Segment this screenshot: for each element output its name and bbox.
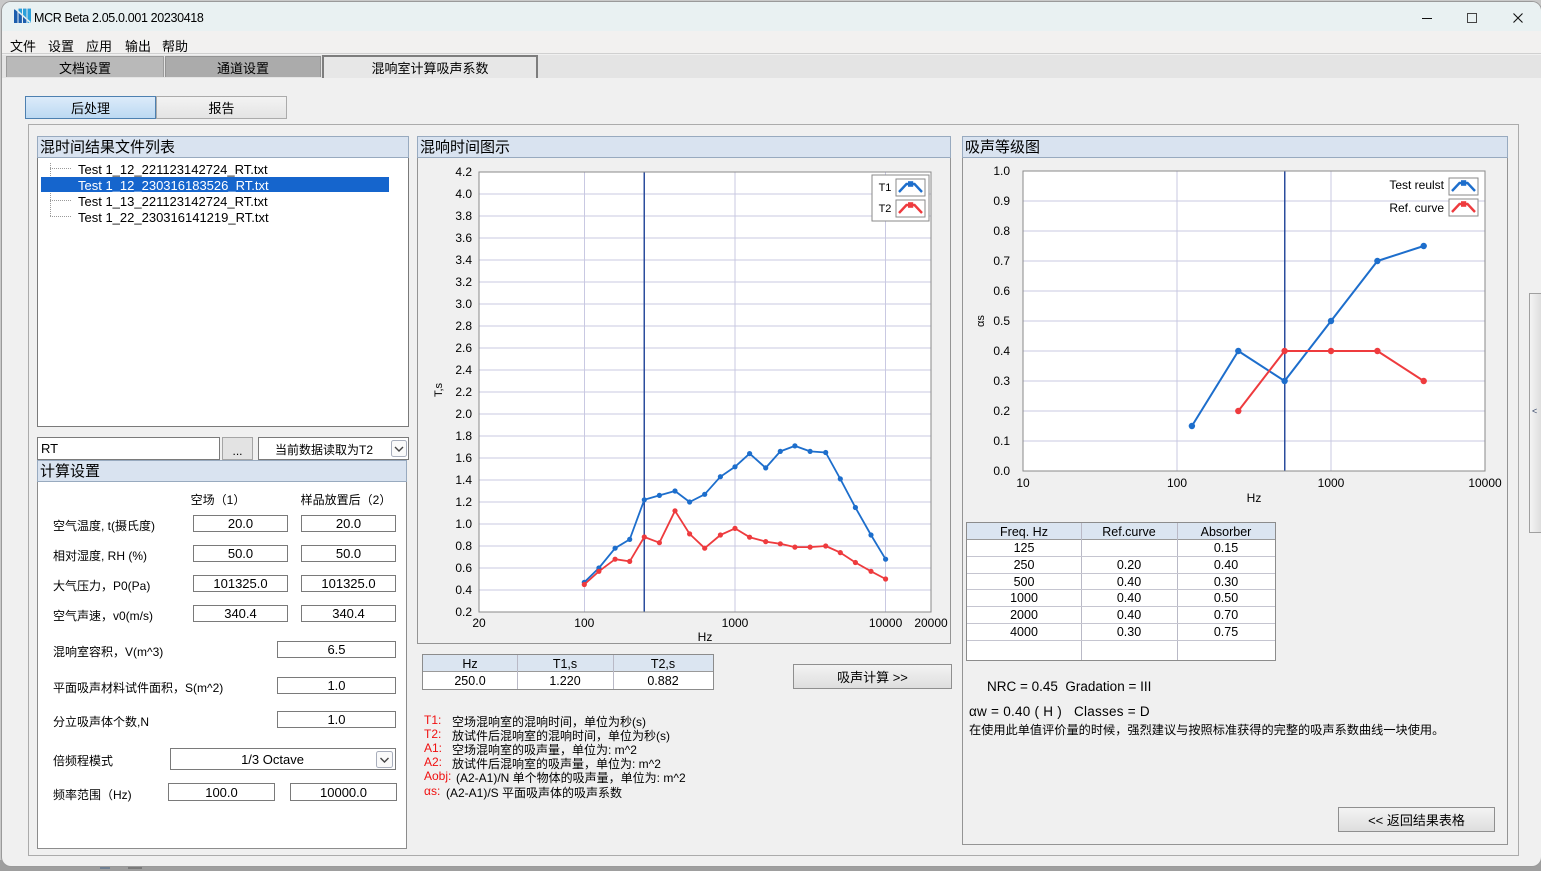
svg-text:3.6: 3.6 <box>455 231 472 245</box>
svg-text:1.8: 1.8 <box>455 429 472 443</box>
svg-text:T2: T2 <box>879 203 892 215</box>
svg-text:αs: αs <box>975 315 987 327</box>
svg-text:0.4: 0.4 <box>993 344 1010 358</box>
svg-text:100: 100 <box>574 616 594 630</box>
svg-text:1.0: 1.0 <box>455 517 472 531</box>
svg-text:T,s: T,s <box>433 382 445 397</box>
svg-text:3.2: 3.2 <box>455 275 472 289</box>
svg-text:10000: 10000 <box>869 616 903 630</box>
svg-text:10: 10 <box>1016 476 1030 490</box>
svg-text:0.7: 0.7 <box>993 254 1010 268</box>
svg-text:Ref. curve: Ref. curve <box>1389 201 1444 215</box>
svg-text:1.6: 1.6 <box>455 451 472 465</box>
svg-text:0.0: 0.0 <box>993 464 1010 478</box>
svg-text:20000: 20000 <box>914 616 948 630</box>
svg-text:0.3: 0.3 <box>993 374 1010 388</box>
svg-text:0.6: 0.6 <box>993 284 1010 298</box>
svg-text:0.2: 0.2 <box>455 605 472 619</box>
svg-text:1000: 1000 <box>722 616 749 630</box>
svg-text:0.1: 0.1 <box>993 434 1010 448</box>
svg-text:2.4: 2.4 <box>455 363 472 377</box>
svg-text:Hz: Hz <box>698 630 713 644</box>
svg-text:20: 20 <box>472 616 486 630</box>
svg-text:3.8: 3.8 <box>455 209 472 223</box>
svg-text:3.0: 3.0 <box>455 297 472 311</box>
svg-text:2.6: 2.6 <box>455 341 472 355</box>
svg-text:100: 100 <box>1167 476 1187 490</box>
svg-text:1.2: 1.2 <box>455 495 472 509</box>
svg-text:3.4: 3.4 <box>455 253 472 267</box>
svg-text:0.8: 0.8 <box>455 539 472 553</box>
svg-text:1000: 1000 <box>1318 476 1345 490</box>
svg-text:0.9: 0.9 <box>993 194 1010 208</box>
svg-text:4.0: 4.0 <box>455 187 472 201</box>
svg-text:1.4: 1.4 <box>455 473 472 487</box>
svg-text:4.2: 4.2 <box>455 165 472 179</box>
svg-text:Test reulst: Test reulst <box>1389 178 1444 192</box>
svg-text:2.8: 2.8 <box>455 319 472 333</box>
svg-text:1.0: 1.0 <box>993 164 1010 178</box>
svg-text:0.4: 0.4 <box>455 583 472 597</box>
svg-text:0.8: 0.8 <box>993 224 1010 238</box>
svg-text:Hz: Hz <box>1247 491 1262 505</box>
svg-text:0.6: 0.6 <box>455 561 472 575</box>
svg-text:10000: 10000 <box>1468 476 1502 490</box>
svg-text:2.0: 2.0 <box>455 407 472 421</box>
svg-text:T1: T1 <box>879 182 892 194</box>
svg-text:0.5: 0.5 <box>993 314 1010 328</box>
svg-text:2.2: 2.2 <box>455 385 472 399</box>
svg-text:0.2: 0.2 <box>993 404 1010 418</box>
